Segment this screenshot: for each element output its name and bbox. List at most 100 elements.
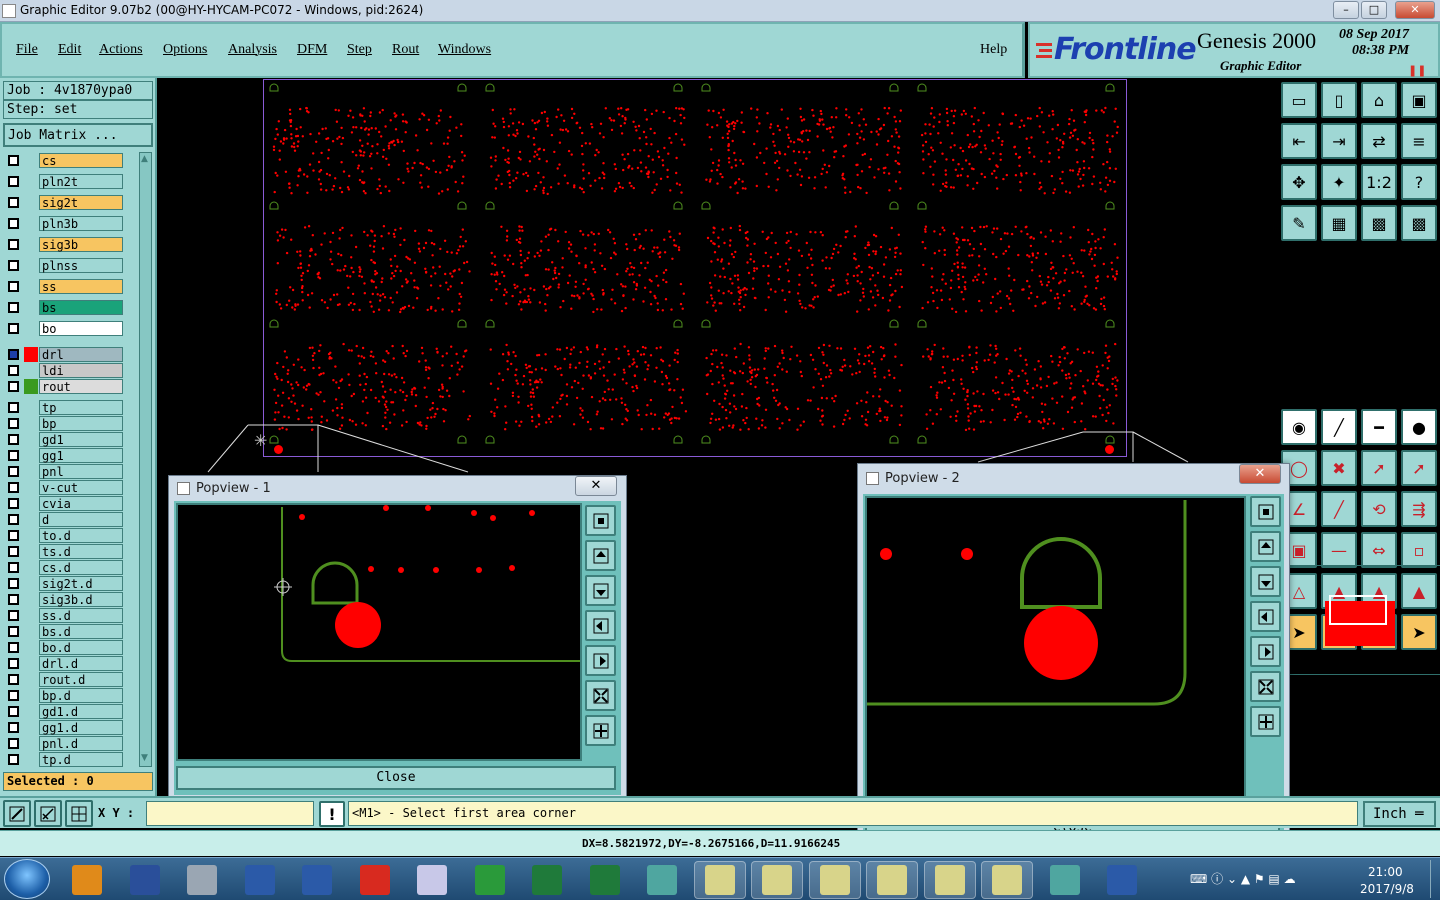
pan-up-icon[interactable] bbox=[585, 540, 616, 571]
layer-checkbox[interactable] bbox=[8, 302, 19, 313]
start-button[interactable] bbox=[4, 859, 50, 899]
circle-tool-icon[interactable]: ● bbox=[1401, 409, 1437, 445]
stack-icon[interactable]: ≡ bbox=[1401, 123, 1437, 159]
layer-row-cvia[interactable]: cvia bbox=[5, 496, 125, 511]
layer-row-bo.d[interactable]: bo.d bbox=[5, 640, 125, 655]
overview-viewport[interactable] bbox=[1329, 595, 1387, 625]
arc-point-tool-icon[interactable]: ➚ bbox=[1361, 450, 1397, 486]
line-tool-icon[interactable]: ╱ bbox=[1321, 409, 1357, 445]
pan-left-icon[interactable] bbox=[585, 610, 616, 641]
layer-checkbox[interactable] bbox=[8, 176, 19, 187]
layer-name[interactable]: drl bbox=[39, 347, 123, 362]
taskbar-eye-icon[interactable] bbox=[636, 861, 688, 899]
pan-left-icon[interactable] bbox=[1250, 601, 1281, 632]
measure-icon[interactable] bbox=[34, 800, 62, 827]
bracket-tool-icon[interactable]: ⇔ bbox=[1361, 532, 1397, 568]
layer-checkbox[interactable] bbox=[8, 434, 19, 445]
taskbar-excel-icon[interactable] bbox=[521, 861, 573, 899]
taskbar-editor-4-icon[interactable] bbox=[866, 861, 918, 899]
zoom-in-icon[interactable] bbox=[585, 715, 616, 746]
overview-panel[interactable] bbox=[1290, 565, 1440, 675]
menu-rout[interactable]: Rout bbox=[392, 42, 419, 58]
layer-name[interactable]: plnss bbox=[39, 258, 123, 273]
layer-row-ss.d[interactable]: ss.d bbox=[5, 608, 125, 623]
popview-1-close-button[interactable]: Close bbox=[176, 766, 616, 790]
layer-row-sig2t.d[interactable]: sig2t.d bbox=[5, 576, 125, 591]
layer-checkbox[interactable] bbox=[8, 239, 19, 250]
layer-checkbox[interactable] bbox=[8, 706, 19, 717]
layer-row-bs.d[interactable]: bs.d bbox=[5, 624, 125, 639]
layer-up-icon[interactable]: ▭ bbox=[1281, 82, 1317, 118]
pan-right-icon[interactable] bbox=[585, 645, 616, 676]
taskbar-pdf-icon[interactable] bbox=[464, 861, 516, 899]
layer-checkbox[interactable] bbox=[8, 365, 19, 376]
taskbar-text-icon[interactable] bbox=[406, 861, 458, 899]
layer-down-icon[interactable]: ▯ bbox=[1321, 82, 1357, 118]
popview-1-close-icon[interactable]: ✕ bbox=[575, 476, 617, 496]
layer-row-ts.d[interactable]: ts.d bbox=[5, 544, 125, 559]
layer-row-cs[interactable]: cs bbox=[5, 153, 125, 168]
close-window-button[interactable]: ✕ bbox=[1395, 1, 1435, 19]
taskbar-editor-1-icon[interactable] bbox=[693, 861, 746, 899]
layer-row-ss[interactable]: ss bbox=[5, 279, 125, 294]
layer-scrollbar[interactable]: ▲ ▼ bbox=[139, 152, 152, 767]
layer-checkbox[interactable] bbox=[8, 594, 19, 605]
layer-name[interactable]: cvia bbox=[39, 496, 123, 511]
taskbar-frontline-app-icon[interactable] bbox=[1096, 861, 1148, 899]
job-matrix-button[interactable]: Job Matrix ... bbox=[3, 123, 153, 147]
layer-checkbox[interactable] bbox=[8, 738, 19, 749]
matrix-blue-icon[interactable]: ▩ bbox=[1401, 205, 1437, 241]
layer-checkbox[interactable] bbox=[8, 381, 19, 392]
menu-windows[interactable]: Windows bbox=[438, 42, 491, 58]
layer-checkbox[interactable] bbox=[8, 626, 19, 637]
layer-checkbox[interactable] bbox=[8, 546, 19, 557]
taskbar-excel-doc-icon[interactable] bbox=[579, 861, 631, 899]
layer-name[interactable]: ss bbox=[39, 279, 123, 294]
menu-dfm[interactable]: DFM bbox=[297, 42, 327, 58]
layer-row-bo[interactable]: bo bbox=[5, 321, 125, 336]
taskbar-editor-3-icon[interactable] bbox=[808, 861, 861, 899]
layer-row-v-cut[interactable]: v-cut bbox=[5, 480, 125, 495]
menu-actions[interactable]: Actions bbox=[99, 42, 143, 58]
layer-name[interactable]: d bbox=[39, 512, 123, 527]
menu-analysis[interactable]: Analysis bbox=[228, 42, 277, 58]
layer-name[interactable]: bp bbox=[39, 416, 123, 431]
taskbar-eye-2-icon[interactable] bbox=[1039, 861, 1091, 899]
layer-checkbox[interactable] bbox=[8, 722, 19, 733]
snap-icon[interactable] bbox=[3, 800, 31, 827]
layer-name[interactable]: v-cut bbox=[39, 480, 123, 495]
tray-icons[interactable]: ⌨ ⓘ ⌄ ▲ ⚑ ▤ ☁ bbox=[1190, 870, 1296, 887]
arc-tool-icon[interactable]: ➚ bbox=[1401, 450, 1437, 486]
layer-checkbox[interactable] bbox=[8, 562, 19, 573]
layer-name[interactable]: sig3b.d bbox=[39, 592, 123, 607]
layer-checkbox[interactable] bbox=[8, 578, 19, 589]
scroll-down-icon[interactable]: ▼ bbox=[141, 753, 150, 763]
layer-name[interactable]: sig2t bbox=[39, 195, 123, 210]
layer-name[interactable]: bo.d bbox=[39, 640, 123, 655]
layer-checkbox[interactable] bbox=[8, 642, 19, 653]
layer-row-gd1.d[interactable]: gd1.d bbox=[5, 704, 125, 719]
zoom-fit-icon[interactable] bbox=[585, 505, 616, 536]
matrix-red-icon[interactable]: ▩ bbox=[1361, 205, 1397, 241]
taskbar-scanner-icon[interactable] bbox=[176, 861, 228, 899]
layer-name[interactable]: pnl.d bbox=[39, 736, 123, 751]
layer-name[interactable]: ts.d bbox=[39, 544, 123, 559]
ruler-tool-icon[interactable]: ━ bbox=[1361, 409, 1397, 445]
taskbar-word-icon[interactable] bbox=[234, 861, 286, 899]
layer-row-tp[interactable]: tp bbox=[5, 400, 125, 415]
popview-1-view[interactable] bbox=[176, 503, 582, 761]
layer-checkbox[interactable] bbox=[8, 482, 19, 493]
pan-right-icon[interactable]: ⇥ bbox=[1321, 123, 1357, 159]
layer-checkbox[interactable] bbox=[8, 466, 19, 477]
menu-file[interactable]: File bbox=[16, 42, 38, 58]
menu-options[interactable]: Options bbox=[163, 42, 207, 58]
layer-row-to.d[interactable]: to.d bbox=[5, 528, 125, 543]
zoom-in-icon[interactable] bbox=[1250, 706, 1281, 737]
window-icon[interactable]: ▣ bbox=[1401, 82, 1437, 118]
xy-input[interactable] bbox=[146, 801, 314, 826]
pan-down-icon[interactable] bbox=[1250, 566, 1281, 597]
slash-tool-icon[interactable]: ╱ bbox=[1321, 491, 1357, 527]
layer-row-gg1[interactable]: gg1 bbox=[5, 448, 125, 463]
layer-checkbox[interactable] bbox=[8, 323, 19, 334]
measure-tool-icon[interactable]: ✎ bbox=[1281, 205, 1317, 241]
